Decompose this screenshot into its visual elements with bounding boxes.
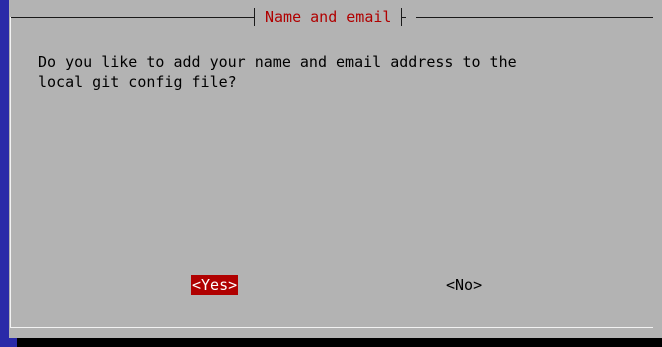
terminal-screen: Name and email Do you like to add your n…	[0, 0, 662, 347]
no-button[interactable]: <No>	[445, 275, 483, 295]
frame-border-left	[10, 17, 11, 327]
frame-border-top-left	[10, 17, 250, 18]
frame-border-top-right	[416, 17, 653, 18]
frame-border-bottom	[10, 327, 653, 328]
yes-button[interactable]: <Yes>	[191, 275, 239, 295]
dialog-title-bar: Name and email	[250, 8, 407, 26]
title-right-bracket	[400, 8, 407, 26]
dialog-shadow	[17, 338, 662, 347]
dialog-message: Do you like to add your name and email a…	[38, 53, 517, 91]
dialog-box	[9, 0, 662, 338]
dialog-title: Name and email	[265, 8, 392, 26]
title-left-bracket	[250, 8, 256, 26]
